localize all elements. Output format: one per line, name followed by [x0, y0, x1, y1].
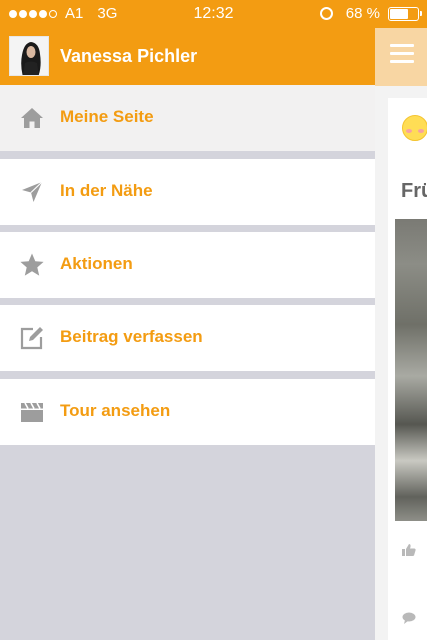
battery-icon — [388, 6, 422, 21]
post-title: Frü — [401, 180, 427, 202]
alarm-icon — [319, 7, 333, 20]
menu-item-label: Meine Seite — [60, 107, 154, 126]
menu-item-in-der-naehe[interactable]: In der Nähe — [0, 159, 375, 225]
clapperboard-icon — [21, 402, 43, 422]
compose-icon — [20, 327, 43, 350]
menu-item-beitrag-verfassen[interactable]: Beitrag verfassen — [0, 305, 375, 371]
post-card[interactable]: Frü — [388, 98, 427, 640]
side-drawer: Vanessa Pichler Meine Seite In der Nähe … — [0, 28, 375, 640]
home-icon — [21, 108, 43, 128]
comment-icon[interactable] — [402, 612, 416, 624]
main-header — [375, 28, 427, 86]
menu-item-aktionen[interactable]: Aktionen — [0, 232, 375, 298]
post-photo[interactable] — [395, 219, 427, 521]
menu-item-label: Beitrag verfassen — [60, 327, 203, 346]
smiley-emoji-icon — [402, 115, 427, 141]
avatar[interactable] — [9, 36, 49, 76]
menu-item-meine-seite[interactable]: Meine Seite — [0, 85, 375, 151]
menu-item-label: Aktionen — [60, 254, 133, 273]
menu-item-label: In der Nähe — [60, 181, 153, 200]
user-name: Vanessa Pichler — [60, 46, 198, 66]
star-icon — [20, 253, 44, 276]
hamburger-menu-icon[interactable] — [390, 44, 414, 64]
battery-percent: 68 % — [345, 5, 380, 22]
menu-item-label: Tour ansehen — [60, 401, 171, 420]
drawer-header[interactable]: Vanessa Pichler — [0, 28, 375, 85]
menu-item-tour-ansehen[interactable]: Tour ansehen — [0, 379, 375, 445]
profile-photo — [10, 37, 48, 75]
location-arrow-icon — [22, 181, 43, 202]
main-content: Frü — [375, 86, 427, 640]
thumbs-up-icon[interactable] — [402, 543, 416, 557]
status-bar: A1 3G 12:32 68 % — [0, 0, 427, 28]
